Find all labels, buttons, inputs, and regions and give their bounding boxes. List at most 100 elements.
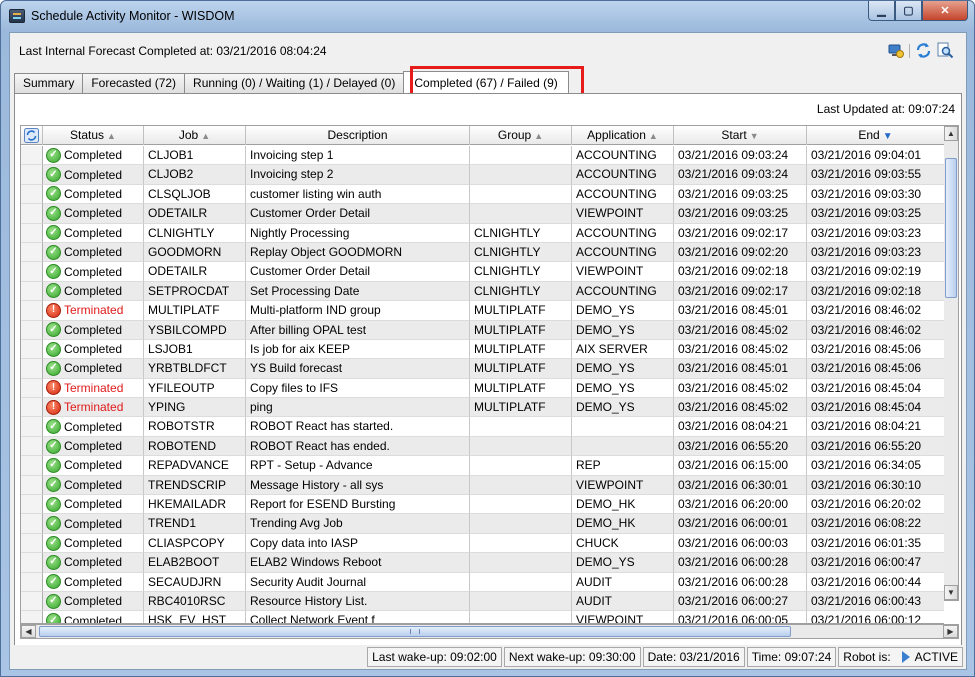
- row-selector[interactable]: [21, 262, 43, 282]
- table-row[interactable]: ✓ Completed ROBOTSTR ROBOT React has starte…: [21, 417, 944, 437]
- table-row[interactable]: ✓ Completed CLNIGHTLY Nightly Processing CLN…: [21, 223, 944, 243]
- row-selector[interactable]: [21, 514, 43, 534]
- scroll-up-icon[interactable]: ▲: [944, 126, 958, 141]
- description-cell: ELAB2 Windows Reboot: [246, 553, 470, 573]
- column-header-description[interactable]: Description: [246, 126, 470, 145]
- row-selector[interactable]: [21, 281, 43, 302]
- column-header-end[interactable]: End ▼: [807, 126, 944, 145]
- row-selector[interactable]: [21, 320, 43, 340]
- table-row[interactable]: ✓ Completed GOODMORN Replay Object GOODMORN…: [21, 242, 944, 263]
- table-refresh-button[interactable]: [21, 126, 43, 145]
- table-row[interactable]: ✓ Completed TRENDSCRIP Message History - al…: [21, 475, 944, 496]
- row-selector[interactable]: [21, 611, 43, 623]
- table-row[interactable]: ✓ Completed HSK_EV_HST Collect Network Even…: [21, 611, 944, 623]
- table-row[interactable]: ✓ Completed CLJOB1 Invoicing step 1 ACCOUNTI…: [21, 146, 944, 166]
- row-selector[interactable]: [21, 436, 43, 457]
- row-selector[interactable]: [21, 533, 43, 554]
- scroll-down-icon[interactable]: ▼: [944, 585, 958, 600]
- row-selector[interactable]: [21, 339, 43, 360]
- table-row[interactable]: ✓ Completed CLJOB2 Invoicing step 2 ACCOUNTI…: [21, 165, 944, 185]
- column-header-job[interactable]: Job ▲: [144, 126, 246, 145]
- horizontal-scroll-thumb[interactable]: [39, 626, 791, 637]
- horizontal-scrollbar[interactable]: ◀ ▶: [20, 624, 959, 639]
- scroll-right-icon[interactable]: ▶: [943, 625, 958, 638]
- row-selector[interactable]: [21, 553, 43, 573]
- group-cell: MULTIPLATF: [470, 398, 572, 418]
- row-selector[interactable]: [21, 301, 43, 321]
- group-cell: [470, 456, 572, 476]
- status-text: Completed: [64, 594, 123, 609]
- maximize-button[interactable]: ▢: [895, 1, 922, 21]
- minimize-button[interactable]: ▁: [868, 1, 895, 21]
- table-row[interactable]: ✓ Completed YSBILCOMPD After billing OPAL t…: [21, 320, 944, 340]
- row-selector[interactable]: [21, 456, 43, 476]
- tab-forecasted[interactable]: Forecasted (72): [82, 73, 186, 94]
- table-row[interactable]: ✓ Completed ELAB2BOOT ELAB2 Windows Reboot D…: [21, 553, 944, 573]
- scroll-left-icon[interactable]: ◀: [21, 625, 36, 638]
- end-cell: 03/21/2016 06:00:47: [807, 553, 944, 573]
- row-selector[interactable]: [21, 475, 43, 496]
- row-selector[interactable]: [21, 165, 43, 185]
- column-header-status[interactable]: Status ▲: [43, 126, 144, 145]
- table-row[interactable]: ✓ Completed TREND1 Trending Avg Job DEMO_HK 0…: [21, 514, 944, 534]
- table-row[interactable]: ! Terminated YPING ping MULTIPLATF DEMO_YS 03/…: [21, 398, 944, 418]
- column-header-application[interactable]: Application ▲: [572, 126, 674, 145]
- table-row[interactable]: ✓ Completed SETPROCDAT Set Processing Date C…: [21, 281, 944, 302]
- check-icon: ✓: [46, 186, 61, 202]
- column-header-group[interactable]: Group ▲: [470, 126, 572, 145]
- row-selector[interactable]: [21, 223, 43, 243]
- table-row[interactable]: ✓ Completed YRBTBLDFCT YS Build forecast MUL…: [21, 359, 944, 379]
- status-date: Date: 03/21/2016: [642, 647, 745, 667]
- tab-running-waiting-delayed[interactable]: Running (0) / Waiting (1) / Delayed (0): [184, 73, 405, 94]
- application-cell: ACCOUNTING: [572, 146, 674, 166]
- table-row[interactable]: ! Terminated MULTIPLATF Multi-platform IND …: [21, 301, 944, 321]
- table-row[interactable]: ! Terminated YFILEOUTP Copy files to IFS MUL…: [21, 378, 944, 399]
- table-row[interactable]: ✓ Completed HKEMAILADR Report for ESEND Bur…: [21, 495, 944, 515]
- check-icon: ✓: [46, 496, 61, 512]
- job-cell: SETPROCDAT: [144, 281, 246, 302]
- table-row[interactable]: ✓ Completed ODETAILR Customer Order Detail C…: [21, 262, 944, 282]
- row-selector[interactable]: [21, 204, 43, 224]
- connect-icon[interactable]: [887, 42, 904, 59]
- end-cell: 03/21/2016 08:45:04: [807, 398, 944, 418]
- row-selector[interactable]: [21, 146, 43, 166]
- end-cell: 03/21/2016 06:34:05: [807, 456, 944, 476]
- row-selector[interactable]: [21, 378, 43, 399]
- row-selector[interactable]: [21, 184, 43, 205]
- forecast-bar: Last Internal Forecast Completed at: 03/…: [10, 33, 966, 67]
- tab-summary[interactable]: Summary: [14, 73, 84, 94]
- status-cell: ✓ Completed: [43, 339, 144, 360]
- status-cell: ✓ Completed: [43, 242, 144, 263]
- status-cell: ✓ Completed: [43, 495, 144, 515]
- table-row[interactable]: ✓ Completed ROBOTEND ROBOT React has ended.…: [21, 436, 944, 457]
- row-selector[interactable]: [21, 398, 43, 418]
- check-icon: ✓: [46, 457, 61, 473]
- vertical-scroll-thumb[interactable]: [945, 158, 957, 298]
- row-selector[interactable]: [21, 572, 43, 592]
- table-row[interactable]: ✓ Completed ODETAILR Customer Order Detail V…: [21, 204, 944, 224]
- status-text: Completed: [64, 206, 123, 221]
- table-row[interactable]: ✓ Completed REPADVANCE RPT - Setup - Advanc…: [21, 456, 944, 476]
- title-bar[interactable]: Schedule Activity Monitor - WISDOM ▁ ▢ ✕: [1, 1, 974, 31]
- table-row[interactable]: ✓ Completed LSJOB1 Is job for aix KEEP MULTI…: [21, 339, 944, 360]
- row-selector[interactable]: [21, 591, 43, 612]
- table-row[interactable]: ✓ Completed CLIASPCOPY Copy data into IASP C…: [21, 533, 944, 554]
- start-cell: 03/21/2016 09:03:24: [674, 146, 807, 166]
- check-icon: ✓: [46, 419, 61, 435]
- table-row[interactable]: ✓ Completed RBC4010RSC Resource History Lis…: [21, 591, 944, 612]
- row-selector[interactable]: [21, 495, 43, 515]
- description-cell: Customer Order Detail: [246, 204, 470, 224]
- row-selector[interactable]: [21, 242, 43, 263]
- vertical-scrollbar[interactable]: ▲ ▼: [944, 125, 959, 601]
- table-row[interactable]: ✓ Completed CLSQLJOB customer listing win a…: [21, 184, 944, 205]
- refresh-icon[interactable]: [915, 42, 932, 59]
- column-header-start[interactable]: Start ▼: [674, 126, 807, 145]
- application-cell: DEMO_YS: [572, 398, 674, 418]
- next-wakeup: Next wake-up: 09:30:00: [503, 647, 641, 667]
- row-selector[interactable]: [21, 359, 43, 379]
- table-row[interactable]: ✓ Completed SECAUDJRN Security Audit Journa…: [21, 572, 944, 592]
- close-button[interactable]: ✕: [922, 1, 968, 21]
- column-label: Status: [70, 128, 105, 142]
- row-selector[interactable]: [21, 417, 43, 437]
- search-icon[interactable]: [937, 42, 954, 59]
